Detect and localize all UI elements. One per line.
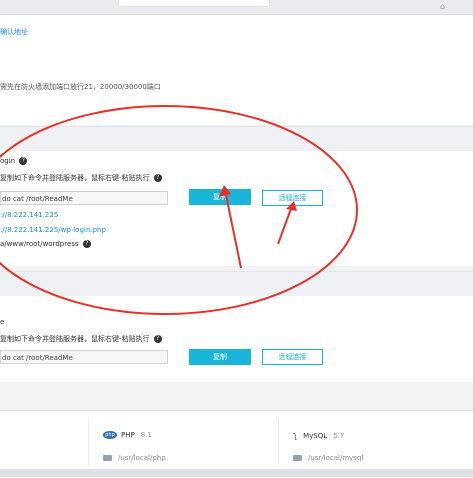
copy-button[interactable]: 复制: [189, 189, 251, 205]
folder-icon: [293, 455, 302, 461]
help-icon[interactable]: ?: [19, 157, 28, 165]
software-name: MySQL: [303, 432, 328, 440]
software-panel: php PHP 8.1 /usr/local/php ʅ MySQL 5.7 /usr/…: [0, 410, 473, 478]
mysql-icon: ʅ: [293, 431, 298, 441]
help-icon[interactable]: ?: [153, 335, 162, 343]
help-icon[interactable]: ?: [153, 174, 162, 182]
window-icon[interactable]: ⌂: [440, 2, 445, 11]
software-item: php PHP 8.1 /usr/local/php: [88, 419, 274, 465]
login-command-field[interactable]: do cat /root/ReadMe: [0, 191, 168, 205]
software-path-row: /usr/local/php: [103, 454, 166, 462]
second-instruction: 复制如下命令并登陆服务器，鼠标右键-粘贴执行: [0, 335, 150, 343]
software-version: 5.7: [333, 432, 345, 440]
software-name: PHP: [121, 431, 135, 439]
site-path: a/www/root/wordpress: [0, 240, 79, 248]
confirm-address-link[interactable]: 确认地址: [0, 27, 28, 37]
login-label: ogin: [0, 157, 16, 165]
section-header-second: [0, 271, 473, 297]
firewall-note: 需先在防火墙添加端口放行21，20000/30000端口: [0, 83, 161, 91]
admin-login-url-link[interactable]: ://8.222.141.225/wp-login.php: [0, 226, 106, 234]
top-bar: ⌂: [0, 0, 473, 15]
folder-icon: [103, 455, 112, 461]
second-command-field[interactable]: do cat /root/ReadMe: [0, 350, 168, 364]
login-info-card: [0, 151, 473, 266]
software-item: ʅ MySQL 5.7 /usr/local/mysql: [278, 419, 459, 465]
software-path-row: /usr/local/mysql: [293, 454, 363, 462]
second-label-row: e: [0, 318, 4, 326]
login-instruction: 复制如下命令并登陆服务器，鼠标右键-粘贴执行: [0, 174, 150, 182]
remote-connect-button[interactable]: 远程连接: [262, 190, 323, 206]
section-header-login: [0, 126, 473, 152]
software-version: 8.1: [140, 431, 152, 439]
software-name-row: ʅ MySQL 5.7: [293, 431, 344, 441]
site-url-link[interactable]: ://8.222.141.225: [0, 211, 58, 219]
php-icon: php: [103, 431, 117, 439]
top-tab[interactable]: [118, 0, 270, 7]
second-remote-connect-button[interactable]: 远程连接: [262, 349, 323, 365]
firewall-note-card: [0, 15, 473, 125]
second-copy-button[interactable]: 复制: [189, 349, 251, 365]
software-path[interactable]: /usr/local/mysql: [308, 454, 363, 462]
software-path[interactable]: /usr/local/php: [118, 454, 166, 462]
second-instruction-row: 复制如下命令并登陆服务器，鼠标右键-粘贴执行 ?: [0, 334, 162, 344]
second-label: e: [0, 318, 5, 326]
help-icon[interactable]: ?: [82, 240, 91, 248]
login-instruction-row: 复制如下命令并登陆服务器，鼠标右键-粘贴执行 ?: [0, 173, 162, 183]
site-path-row: a/www/root/wordpress ?: [0, 240, 91, 248]
login-label-row: ogin ?: [0, 157, 28, 165]
software-name-row: php PHP 8.1: [103, 431, 152, 439]
bottom-strip: [0, 469, 473, 477]
